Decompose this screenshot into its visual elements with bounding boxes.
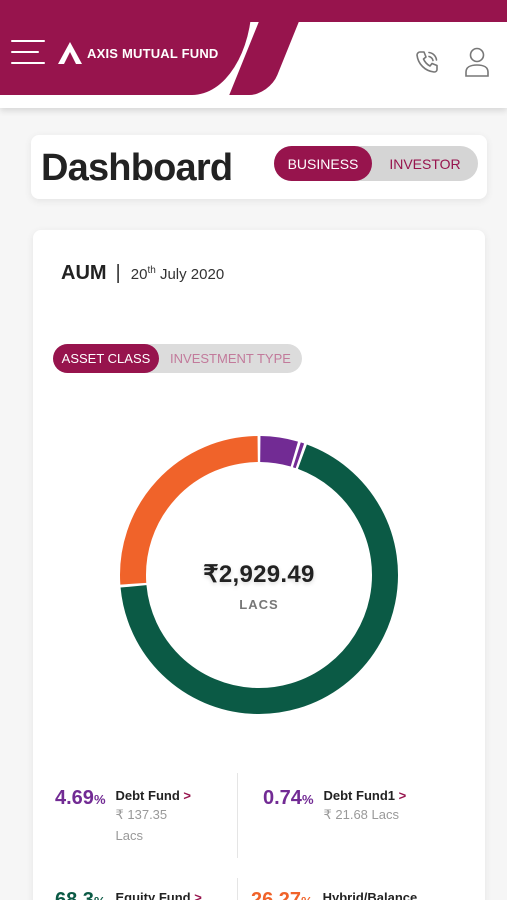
brand-logo[interactable]: AXIS MUTUAL FUND: [57, 41, 219, 65]
stat-name: Debt Fund >: [115, 788, 191, 803]
app-header: AXIS MUTUAL FUND: [0, 0, 507, 108]
stat-name: Equity Fund >: [116, 890, 202, 900]
user-icon[interactable]: [464, 47, 490, 77]
aum-date: 20th July 2020: [130, 265, 225, 283]
stat-percent: 4.69%: [55, 787, 106, 809]
stat-percent: 26.27%: [251, 889, 313, 900]
business-tab[interactable]: BUSINESS: [274, 146, 372, 181]
donut-center: ₹2,929.49 LACS: [119, 560, 399, 612]
donut-slice-debt-fund[interactable]: [259, 436, 298, 467]
aum-separator: |: [115, 262, 121, 284]
stat-name: Debt Fund1 >: [323, 788, 407, 803]
asset-class-tab[interactable]: ASSET CLASS: [53, 344, 159, 373]
axis-logo-icon: [58, 42, 82, 64]
stat-debt-fund[interactable]: 4.69% Debt Fund > ₹ 137.35 Lacs: [55, 788, 191, 846]
view-toggle: BUSINESS INVESTOR: [274, 146, 478, 181]
phone-icon[interactable]: [414, 49, 440, 75]
stat-hybrid-balance[interactable]: 26.27% Hybrid/Balance: [251, 890, 417, 900]
stats-divider: [237, 773, 238, 858]
investment-type-tab[interactable]: INVESTMENT TYPE: [159, 344, 302, 373]
stat-equity-fund[interactable]: 68.3% Equity Fund >: [55, 890, 202, 900]
total-aum-value: ₹2,929.49: [203, 561, 315, 588]
hamburger-menu-icon[interactable]: [11, 40, 45, 64]
brand-name: AXIS MUTUAL FUND: [87, 45, 219, 61]
stats-divider: [237, 878, 238, 900]
donut-slice-debt-fund1[interactable]: [292, 442, 305, 469]
chevron-right-icon: >: [183, 788, 191, 803]
asset-toggle: ASSET CLASS INVESTMENT TYPE: [53, 344, 302, 373]
aum-label: AUM: [61, 262, 107, 284]
total-aum-unit: LACS: [239, 597, 279, 612]
aum-heading: AUM | 20th July 2020: [61, 262, 224, 285]
dashboard-title-card: Dashboard BUSINESS INVESTOR: [31, 135, 487, 199]
investor-tab[interactable]: INVESTOR: [372, 146, 478, 181]
aum-card: AUM | 20th July 2020 ASSET CLASS INVESTM…: [33, 230, 485, 900]
stat-percent: 0.74%: [263, 787, 314, 809]
chevron-right-icon: >: [194, 890, 202, 900]
stat-amount: ₹ 21.68 Lacs: [323, 807, 400, 822]
stat-percent: 68.3%: [55, 889, 106, 900]
stat-amount: ₹ 137.35: [115, 807, 168, 822]
page-title: Dashboard: [41, 147, 233, 189]
stat-name: Hybrid/Balance: [322, 890, 418, 900]
stat-amount-unit: Lacs: [115, 828, 143, 843]
stat-debt-fund1[interactable]: 0.74% Debt Fund1 > ₹ 21.68 Lacs: [263, 788, 406, 825]
chevron-right-icon: >: [398, 788, 407, 803]
